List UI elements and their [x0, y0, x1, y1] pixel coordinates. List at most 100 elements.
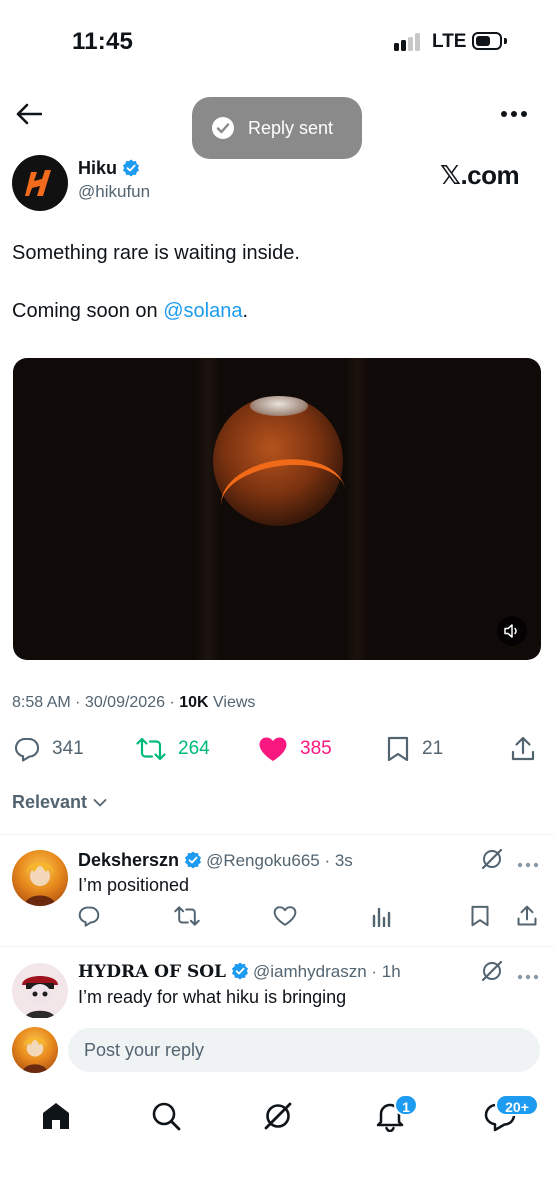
grok-icon	[481, 848, 503, 870]
reply-bookmark-button[interactable]	[470, 905, 490, 932]
home-icon	[43, 1103, 69, 1129]
reply-avatar[interactable]	[12, 850, 68, 906]
repost-icon	[174, 906, 200, 926]
post-text-line1: Something rare is waiting inside.	[12, 242, 300, 264]
post-video[interactable]	[13, 358, 541, 660]
reply-icon	[78, 906, 100, 927]
grok-icon	[481, 960, 503, 982]
verified-icon	[123, 159, 140, 177]
avatar-figure	[24, 862, 56, 906]
reply-author-name: HYDRA OF SOL	[78, 962, 227, 982]
author-name[interactable]: Hiku	[78, 158, 140, 179]
post-actions: 341 264 385 21	[0, 730, 554, 770]
views-label: Views	[208, 694, 256, 711]
author-name-text: Hiku	[78, 158, 118, 178]
more-button[interactable]	[496, 100, 532, 128]
status-bar: 11:45 LTE	[0, 0, 554, 82]
replies-sort-label: Relevant	[12, 792, 88, 812]
network-label: LTE	[432, 31, 467, 52]
brand-label: 𝕏.com	[440, 160, 520, 190]
replies-sort-dropdown[interactable]: Relevant	[12, 792, 107, 813]
bottom-tab-bar: 1 20+	[0, 1086, 554, 1156]
share-button[interactable]	[510, 730, 548, 768]
repost-icon	[136, 737, 166, 761]
more-icon	[517, 862, 539, 868]
reply-analytics-button[interactable]	[372, 905, 392, 932]
status-time: 11:45	[72, 28, 134, 55]
reply-more-button[interactable]	[517, 855, 539, 873]
author-handle[interactable]: @hikufun	[78, 182, 150, 202]
grok-button[interactable]	[480, 847, 504, 876]
post-text-line2: Coming soon on @solana.	[12, 298, 248, 324]
reply-text: I’m ready for what hiku is bringing	[78, 987, 347, 1007]
post-text-prefix: Coming soon on	[12, 300, 164, 322]
like-count: 385	[300, 738, 332, 759]
reply-input[interactable]: Post your reply	[68, 1028, 540, 1072]
analytics-icon	[372, 907, 391, 928]
reply-share-button[interactable]	[516, 905, 538, 932]
share-icon	[511, 736, 535, 761]
reply-icon	[14, 737, 40, 762]
verified-icon	[185, 851, 202, 869]
video-orb-highlight	[250, 396, 308, 416]
bookmark-icon	[471, 905, 489, 927]
back-button[interactable]	[12, 98, 46, 130]
more-icon	[517, 974, 539, 980]
tab-grok[interactable]	[258, 1096, 298, 1136]
reply-handle: @Rengoku665 · 3s	[206, 851, 353, 870]
grok-button[interactable]	[480, 959, 504, 988]
messages-badge: 20+	[495, 1094, 539, 1116]
chevron-down-icon	[93, 798, 107, 806]
sound-button[interactable]	[497, 616, 527, 646]
signal-icon	[394, 33, 424, 51]
reply-more-button[interactable]	[517, 967, 539, 985]
views-count: 10K	[179, 694, 209, 711]
reply-like-button[interactable]	[273, 905, 297, 932]
share-icon	[517, 905, 537, 926]
reply-avatar[interactable]	[12, 963, 68, 1019]
reply-author[interactable]: Deksherszn @Rengoku665 · 3s	[78, 850, 353, 871]
reply-reply-button[interactable]	[78, 905, 100, 932]
post-timestamp: 8:58 AM · 30/09/2026 ·	[12, 694, 180, 711]
repost-count: 264	[178, 738, 210, 759]
battery-nub	[504, 38, 507, 44]
toast-text: Reply sent	[248, 117, 334, 138]
video-door-right	[343, 358, 371, 660]
reply-count: 341	[52, 738, 84, 759]
divider	[0, 946, 554, 947]
check-icon	[212, 117, 234, 139]
divider	[0, 834, 554, 835]
like-icon	[259, 737, 287, 761]
reply-sent-toast: Reply sent	[192, 97, 362, 159]
author-avatar[interactable]	[12, 155, 68, 211]
bookmark-button[interactable]: 21	[386, 730, 443, 768]
battery-icon	[472, 32, 502, 50]
avatar-figure	[12, 963, 68, 1019]
mention-link[interactable]: @solana	[163, 300, 242, 322]
reply-author-name: Deksherszn	[78, 850, 180, 870]
more-icon	[501, 111, 527, 117]
reply-actions	[0, 905, 554, 935]
like-icon	[273, 906, 297, 926]
user-avatar[interactable]	[12, 1027, 58, 1073]
back-arrow-icon	[16, 103, 42, 125]
sound-icon	[504, 624, 517, 638]
reply-text: I’m positioned	[78, 875, 190, 895]
notifications-badge: 1	[394, 1094, 418, 1116]
repost-button[interactable]: 264	[136, 730, 210, 768]
grok-icon	[264, 1102, 292, 1130]
post-meta: 8:58 AM · 30/09/2026 · 10K Views	[12, 694, 255, 712]
reply-composer: Post your reply	[0, 1018, 554, 1084]
reply-handle: @iamhydraszn · 1h	[253, 962, 401, 981]
tab-search[interactable]	[146, 1096, 186, 1136]
like-button[interactable]: 385	[258, 730, 332, 768]
bookmark-count: 21	[422, 738, 444, 759]
search-icon	[152, 1102, 181, 1131]
reply-button[interactable]: 341	[14, 730, 84, 768]
verified-icon	[232, 962, 249, 980]
tab-home[interactable]	[36, 1096, 76, 1136]
video-door-left	[193, 358, 223, 660]
reply-author[interactable]: HYDRA OF SOL @iamhydraszn · 1h	[78, 962, 401, 982]
reply-repost-button[interactable]	[174, 905, 200, 932]
bookmark-icon	[387, 736, 409, 762]
